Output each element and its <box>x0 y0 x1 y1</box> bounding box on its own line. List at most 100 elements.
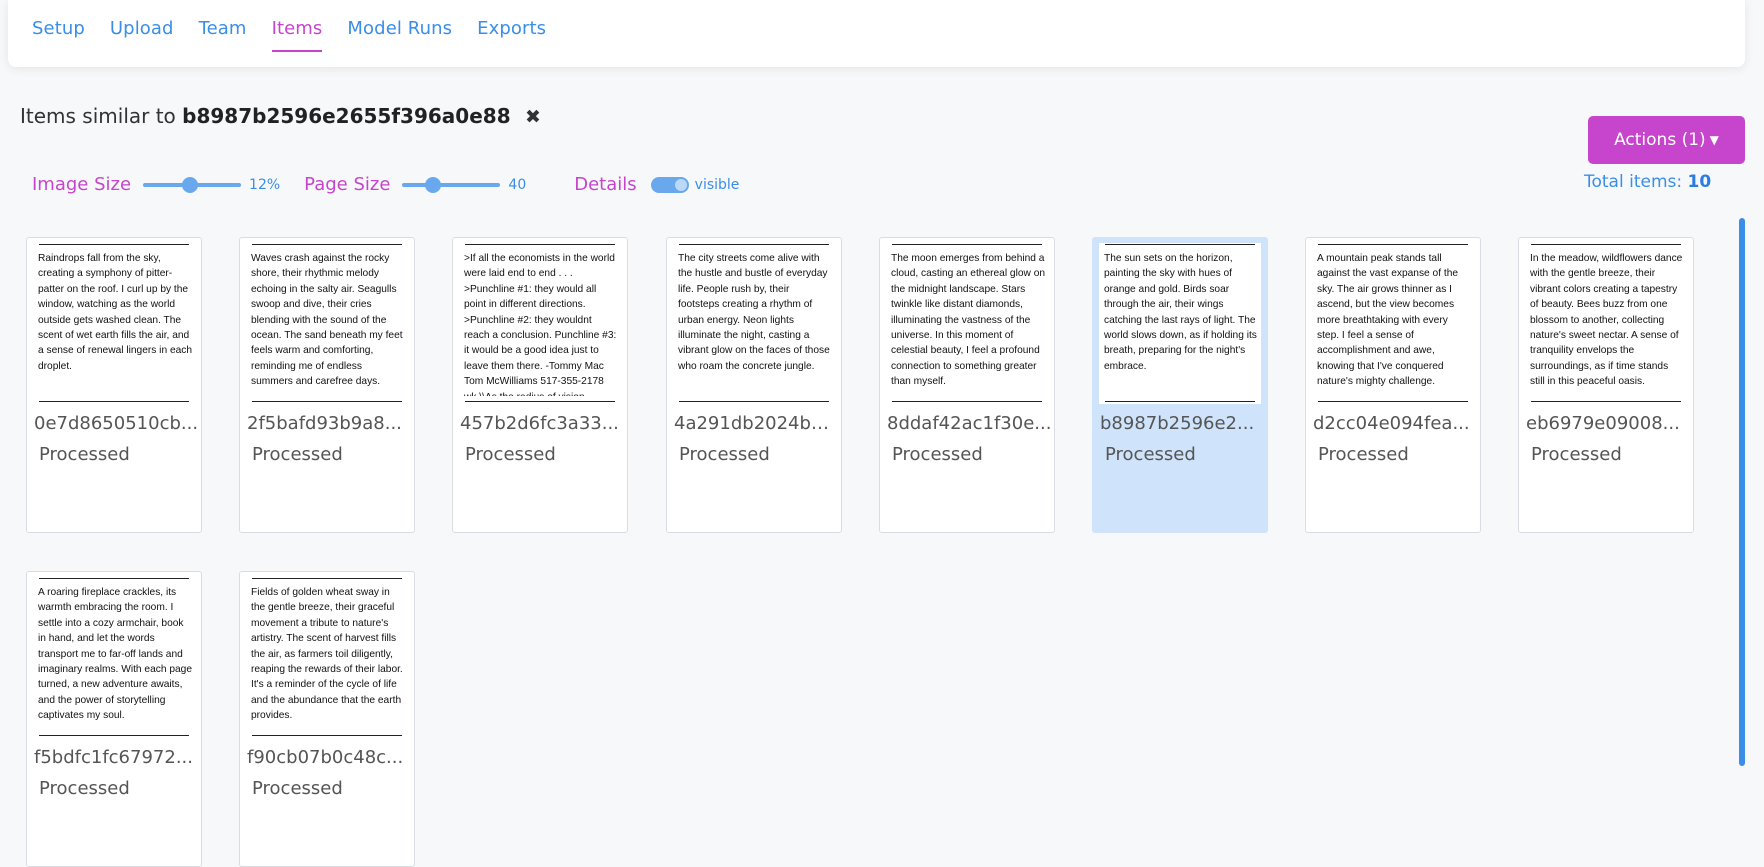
item-status: Processed <box>1531 444 1622 465</box>
thumbnail-rule-bottom <box>679 401 829 402</box>
thumbnail-rule-bottom <box>1531 401 1681 402</box>
tab-items[interactable]: Items <box>271 18 323 52</box>
details-toggle-knob <box>674 178 687 191</box>
view-controls: Image Size 12% Page Size 40 Details visi… <box>32 174 739 195</box>
thumbnail-rule-top <box>465 244 615 245</box>
item-thumbnail[interactable]: The city streets come alive with the hus… <box>673 243 835 404</box>
tab-upload[interactable]: Upload <box>110 18 174 52</box>
item-thumbnail[interactable]: >If all the economists in the world were… <box>459 243 621 404</box>
actions-button[interactable]: Actions (1) ▼ <box>1588 116 1745 164</box>
item-thumbnail[interactable]: The moon emerges from behind a cloud, ca… <box>886 243 1048 404</box>
caret-down-icon: ▼ <box>1709 133 1719 147</box>
item-preview-text: In the meadow, wildflowers dance with th… <box>1530 253 1683 388</box>
item-preview-text: Waves crash against the rocky shore, the… <box>251 253 403 388</box>
item-status: Processed <box>252 444 343 465</box>
heading-hash: b8987b2596e2655f396a0e88 <box>182 104 511 128</box>
thumbnail-rule-bottom <box>1105 401 1255 402</box>
page-size-value: 40 <box>508 176 527 193</box>
item-id: 4a291db2024b8... <box>674 413 839 434</box>
thumbnail-rule-bottom <box>39 401 189 402</box>
item-id: f90cb07b0c48c... <box>247 747 404 768</box>
item-id: f5bdfc1fc67972... <box>34 747 193 768</box>
total-items-label: Total items: <box>1584 172 1683 192</box>
item-thumbnail[interactable]: Raindrops fall from the sky, creating a … <box>33 243 195 404</box>
tab-setup[interactable]: Setup <box>32 18 85 52</box>
item-card[interactable]: Fields of golden wheat sway in the gentl… <box>239 571 415 867</box>
item-card[interactable]: The moon emerges from behind a cloud, ca… <box>879 237 1055 533</box>
page-size-label: Page Size <box>304 174 391 195</box>
top-nav: Setup Upload Team Items Model Runs Exports <box>8 0 1745 67</box>
item-thumbnail[interactable]: Fields of golden wheat sway in the gentl… <box>246 577 408 738</box>
thumbnail-rule-bottom <box>252 735 402 736</box>
item-status: Processed <box>892 444 983 465</box>
tab-exports[interactable]: Exports <box>477 18 546 52</box>
item-status: Processed <box>39 444 130 465</box>
item-id: 457b2d6fc3a33... <box>460 413 619 434</box>
thumbnail-rule-top <box>1105 244 1255 245</box>
item-preview-text: The moon emerges from behind a cloud, ca… <box>891 253 1046 388</box>
item-card[interactable]: Waves crash against the rocky shore, the… <box>239 237 415 533</box>
item-thumbnail[interactable]: The sun sets on the horizon, painting th… <box>1099 243 1261 404</box>
item-id: b8987b2596e2... <box>1100 413 1255 434</box>
item-status: Processed <box>39 778 130 799</box>
item-status: Processed <box>1105 444 1196 465</box>
item-card[interactable]: A mountain peak stands tall against the … <box>1305 237 1481 533</box>
item-card[interactable]: The sun sets on the horizon, painting th… <box>1092 237 1268 533</box>
thumbnail-rule-top <box>1531 244 1681 245</box>
page-heading: Items similar to b8987b2596e2655f396a0e8… <box>20 104 541 128</box>
thumbnail-rule-top <box>679 244 829 245</box>
total-items: Total items: 10 <box>1584 172 1711 192</box>
item-id: 0e7d8650510cb... <box>34 413 199 434</box>
item-thumbnail[interactable]: A roaring fireplace crackles, its warmth… <box>33 577 195 738</box>
thumbnail-rule-top <box>252 244 402 245</box>
image-size-value: 12% <box>249 176 281 193</box>
page-size-slider-handle[interactable] <box>425 176 442 193</box>
thumbnail-rule-top <box>39 244 189 245</box>
item-id: d2cc04e094fea... <box>1313 413 1470 434</box>
item-preview-text: Fields of golden wheat sway in the gentl… <box>251 587 403 722</box>
results-scrollbar[interactable] <box>1739 218 1745 831</box>
image-size-slider[interactable] <box>143 176 242 193</box>
nav-tabs: Setup Upload Team Items Model Runs Exports <box>32 18 571 52</box>
thumbnail-rule-bottom <box>892 401 1042 402</box>
image-size-label: Image Size <box>32 174 132 195</box>
thumbnail-rule-top <box>1318 244 1468 245</box>
item-status: Processed <box>465 444 556 465</box>
thumbnail-rule-top <box>39 578 189 579</box>
thumbnail-rule-top <box>892 244 1042 245</box>
item-thumbnail[interactable]: A mountain peak stands tall against the … <box>1312 243 1474 404</box>
item-card[interactable]: The city streets come alive with the hus… <box>666 237 842 533</box>
item-thumbnail[interactable]: In the meadow, wildflowers dance with th… <box>1525 243 1687 404</box>
item-preview-text: A roaring fireplace crackles, its warmth… <box>38 587 193 722</box>
clear-similarity-close-icon[interactable]: ✖ <box>525 106 541 128</box>
total-items-count: 10 <box>1687 172 1712 192</box>
details-toggle[interactable] <box>650 176 689 193</box>
details-state: visible <box>694 176 740 193</box>
page-size-slider[interactable] <box>402 176 501 193</box>
details-label: Details <box>574 174 637 195</box>
item-thumbnail[interactable]: Waves crash against the rocky shore, the… <box>246 243 408 404</box>
scrollbar-thumb[interactable] <box>1739 218 1745 766</box>
tab-model-runs[interactable]: Model Runs <box>347 18 452 52</box>
item-id: 8ddaf42ac1f30e... <box>887 413 1052 434</box>
thumbnail-rule-bottom <box>465 401 615 402</box>
thumbnail-rule-bottom <box>1318 401 1468 402</box>
image-size-slider-handle[interactable] <box>182 176 199 193</box>
item-status: Processed <box>1318 444 1409 465</box>
thumbnail-rule-bottom <box>39 735 189 736</box>
item-preview-text: >If all the economists in the world were… <box>464 253 617 396</box>
item-card[interactable]: In the meadow, wildflowers dance with th… <box>1518 237 1694 533</box>
item-id: 2f5bafd93b9a8... <box>247 413 402 434</box>
heading-prefix: Items similar to <box>20 104 176 128</box>
item-preview-text: A mountain peak stands tall against the … <box>1317 253 1459 388</box>
actions-button-label: Actions (1) <box>1614 130 1706 150</box>
thumbnail-rule-top <box>252 578 402 579</box>
item-card[interactable]: >If all the economists in the world were… <box>452 237 628 533</box>
item-preview-text: The city streets come alive with the hus… <box>678 253 830 372</box>
tab-team[interactable]: Team <box>199 18 247 52</box>
item-card[interactable]: A roaring fireplace crackles, its warmth… <box>26 571 202 867</box>
item-status: Processed <box>679 444 770 465</box>
item-id: eb6979e09008... <box>1526 413 1680 434</box>
item-card[interactable]: Raindrops fall from the sky, creating a … <box>26 237 202 533</box>
item-preview-text: Raindrops fall from the sky, creating a … <box>38 253 193 372</box>
